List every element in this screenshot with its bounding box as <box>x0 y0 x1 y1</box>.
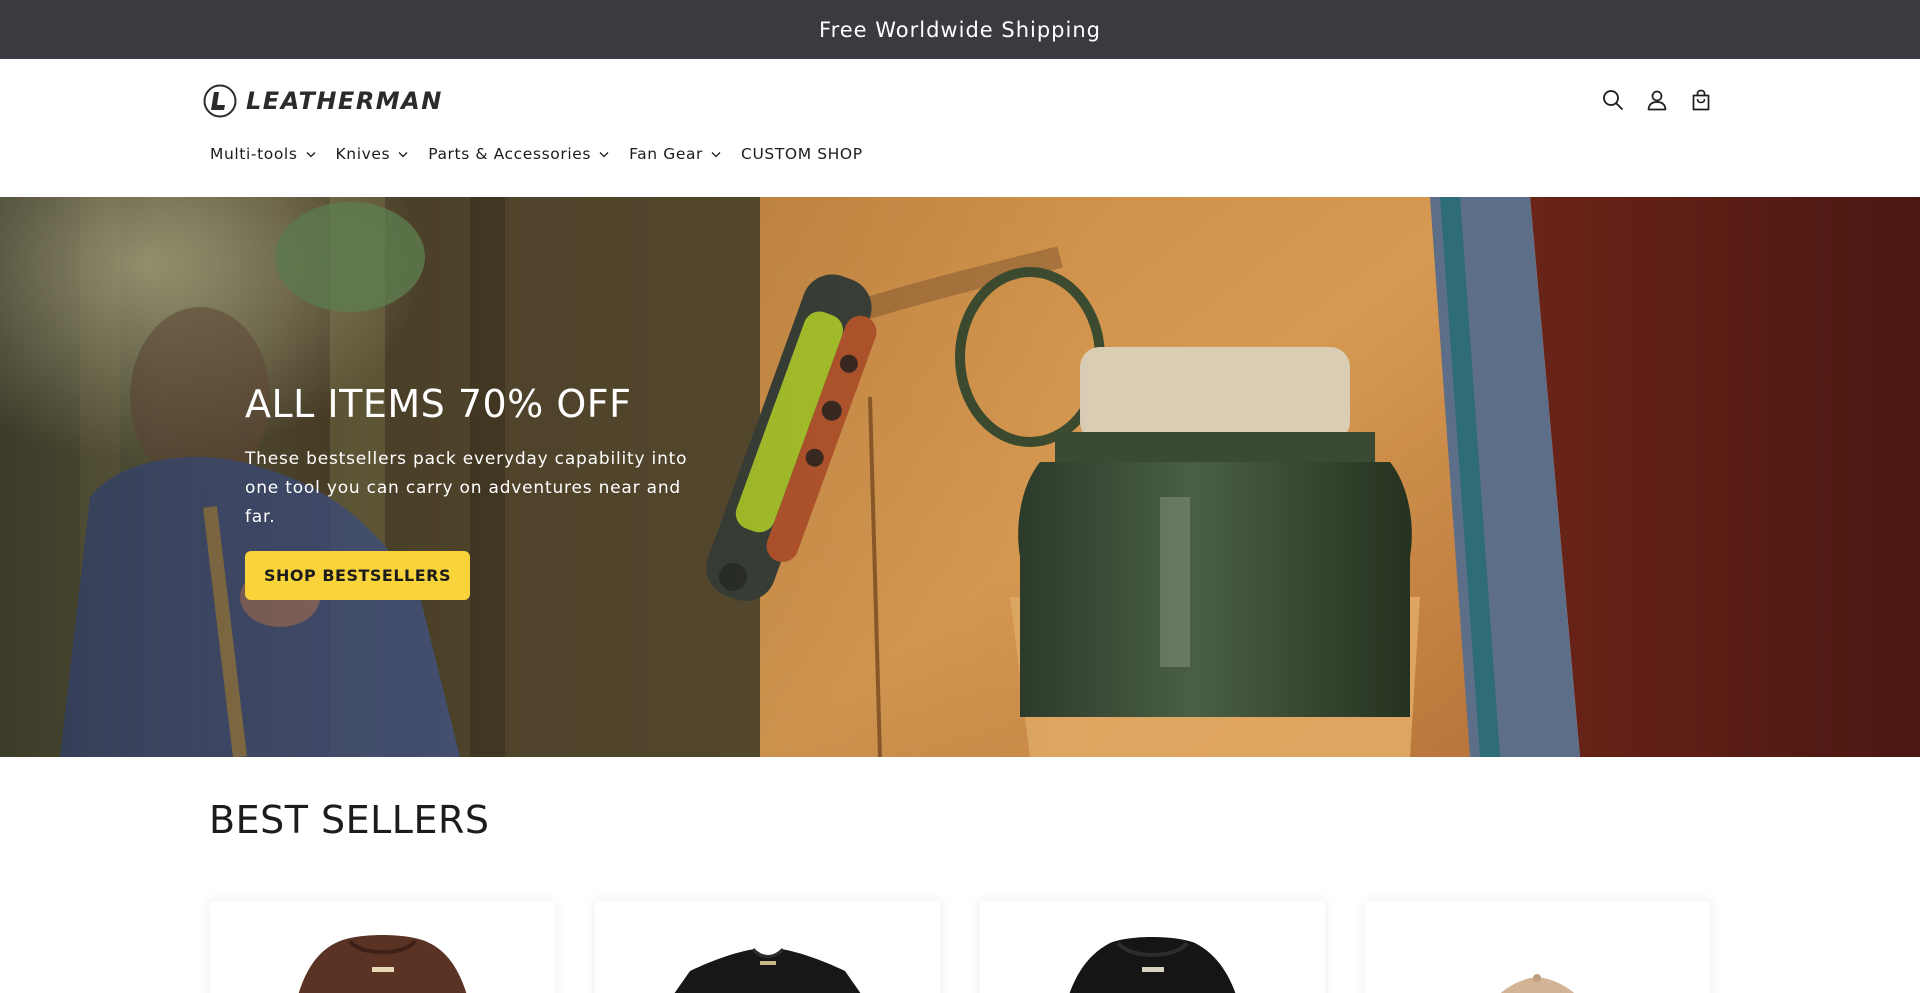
main-nav: Multi-tools Knives Parts & Accessories F… <box>210 145 883 163</box>
leatherman-logo-icon <box>203 84 237 118</box>
announcement-text: Free Worldwide Shipping <box>819 17 1101 42</box>
product-card-tan-cap[interactable] <box>1365 901 1710 993</box>
account-icon <box>1647 90 1667 111</box>
product-card-black-tshirt[interactable] <box>595 901 940 993</box>
black-tshirt-image <box>674 947 861 993</box>
nav-label: Parts & Accessories <box>428 145 592 163</box>
nav-item-multi-tools[interactable]: Multi-tools <box>210 145 316 163</box>
hero-title: ALL ITEMS 70% OFF <box>245 382 632 426</box>
logo[interactable]: LEATHERMAN <box>203 84 443 118</box>
brown-hoodie-image <box>298 935 467 993</box>
chevron-down-icon <box>306 151 315 157</box>
nav-label: Knives <box>335 145 391 163</box>
black-hoodie-image <box>1069 937 1236 993</box>
hero-banner: ALL ITEMS 70% OFF These bestsellers pack… <box>0 197 1920 757</box>
nav-label: CUSTOM SHOP <box>741 145 863 163</box>
hero-content: ALL ITEMS 70% OFF These bestsellers pack… <box>245 385 715 600</box>
product-card-brown-hoodie[interactable] <box>210 901 555 993</box>
product-card-black-hoodie[interactable] <box>980 901 1325 993</box>
search-button[interactable] <box>1602 88 1624 112</box>
best-sellers-title: BEST SELLERS <box>209 798 490 842</box>
hero-subtitle: These bestsellers pack everyday capabili… <box>245 449 688 527</box>
chevron-down-icon <box>599 151 609 157</box>
nav-item-parts-accessories[interactable]: Parts & Accessories <box>428 145 609 163</box>
header-icons <box>1602 88 1712 112</box>
shop-bestsellers-button[interactable]: SHOP BESTSELLERS <box>245 551 470 600</box>
nav-item-fan-gear[interactable]: Fan Gear <box>629 145 721 163</box>
site-header: LEATHERMAN Multi-tools Knives Parts & Ac… <box>0 59 1920 197</box>
nav-item-custom-shop[interactable]: CUSTOM SHOP <box>741 145 863 163</box>
logo-text: LEATHERMAN <box>246 87 443 115</box>
announcement-bar: Free Worldwide Shipping <box>0 0 1920 59</box>
search-icon <box>1603 90 1623 110</box>
product-grid <box>210 901 1710 993</box>
chevron-down-icon <box>398 151 408 157</box>
tan-cap-image <box>1500 974 1575 993</box>
nav-label: Multi-tools <box>210 145 298 163</box>
nav-item-knives[interactable]: Knives <box>336 145 409 163</box>
cart-button[interactable] <box>1690 88 1712 112</box>
cart-icon <box>1692 89 1710 111</box>
nav-label: Fan Gear <box>629 145 704 163</box>
account-button[interactable] <box>1646 88 1668 112</box>
chevron-down-icon <box>711 151 721 157</box>
